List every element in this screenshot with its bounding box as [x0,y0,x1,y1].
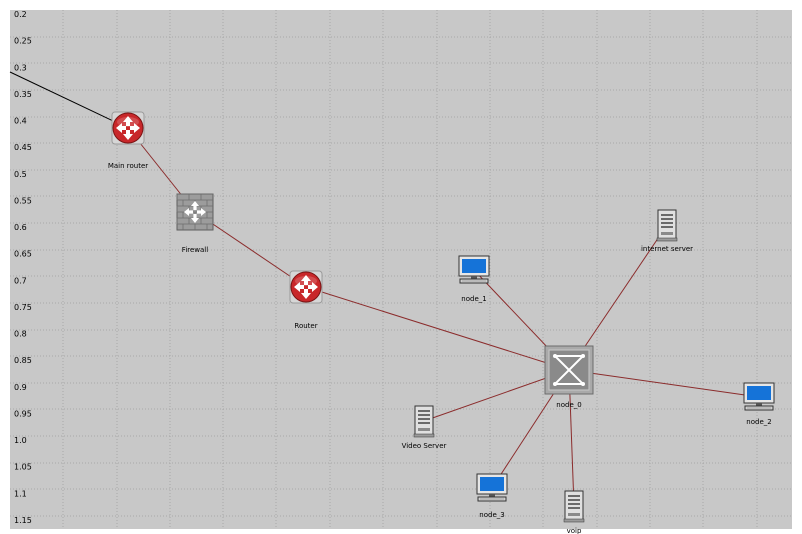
network-topology-canvas[interactable]: 0.2 0.25 0.3 0.35 0.4 0.45 0.5 0.55 0.6 0.65 0.7 0.… [0,0,802,534]
ruler-tick-label: 0.45 [14,143,32,152]
node-label: Main router [108,162,148,170]
ruler-tick-label: 0.2 [14,10,27,19]
server-icon [413,405,435,438]
ruler-tick-label: 1.15 [14,516,32,525]
device-video-server[interactable] [413,405,435,438]
workstation-icon [743,382,775,411]
node-label: Firewall [182,246,208,254]
ruler-tick-label: 0.25 [14,37,32,46]
device-node-3[interactable] [476,473,508,502]
workstation-icon [476,473,508,502]
ruler-tick-label: 0.4 [14,117,27,126]
node-label: internet server [641,245,693,253]
ruler-tick-label: 0.95 [14,409,32,418]
device-voip[interactable] [563,490,585,523]
ruler-tick-label: 0.3 [14,63,27,72]
ruler-tick-label: 1.05 [14,463,32,472]
node-label: node_1 [461,295,486,303]
ruler-tick-label: 0.55 [14,196,32,205]
switch-icon [544,345,594,395]
server-icon [563,490,585,523]
ruler-tick-label: 0.5 [14,170,27,179]
ruler-tick-label: 1.0 [14,436,27,445]
device-internet-server[interactable] [656,209,678,242]
workstation-icon [458,255,490,284]
device-node-2[interactable] [743,382,775,411]
ruler-tick-label: 0.6 [14,223,27,232]
node-label: Router [294,322,317,330]
ruler-tick-label: 1.1 [14,489,27,498]
ruler-tick-label: 0.7 [14,276,27,285]
device-main-router[interactable] [111,111,145,145]
node-label: voip [567,527,582,534]
device-node-1[interactable] [458,255,490,284]
ruler-tick-label: 0.65 [14,250,32,259]
ruler-tick-label: 0.8 [14,330,27,339]
device-firewall[interactable] [176,193,214,231]
firewall-icon [176,193,214,231]
ruler-tick-label: 0.85 [14,356,32,365]
server-icon [656,209,678,242]
node-label: Video Server [402,442,447,450]
workspace-area[interactable] [10,10,792,529]
node-label: node_2 [746,418,771,426]
ruler-tick-label: 0.9 [14,383,27,392]
device-node-0[interactable] [544,345,594,395]
device-router[interactable] [289,270,323,304]
router-icon [289,270,323,304]
router-icon [111,111,145,145]
ruler-tick-label: 0.35 [14,90,32,99]
node-label: node_0 [556,401,581,409]
ruler-tick-label: 0.75 [14,303,32,312]
node-label: node_3 [479,511,504,519]
